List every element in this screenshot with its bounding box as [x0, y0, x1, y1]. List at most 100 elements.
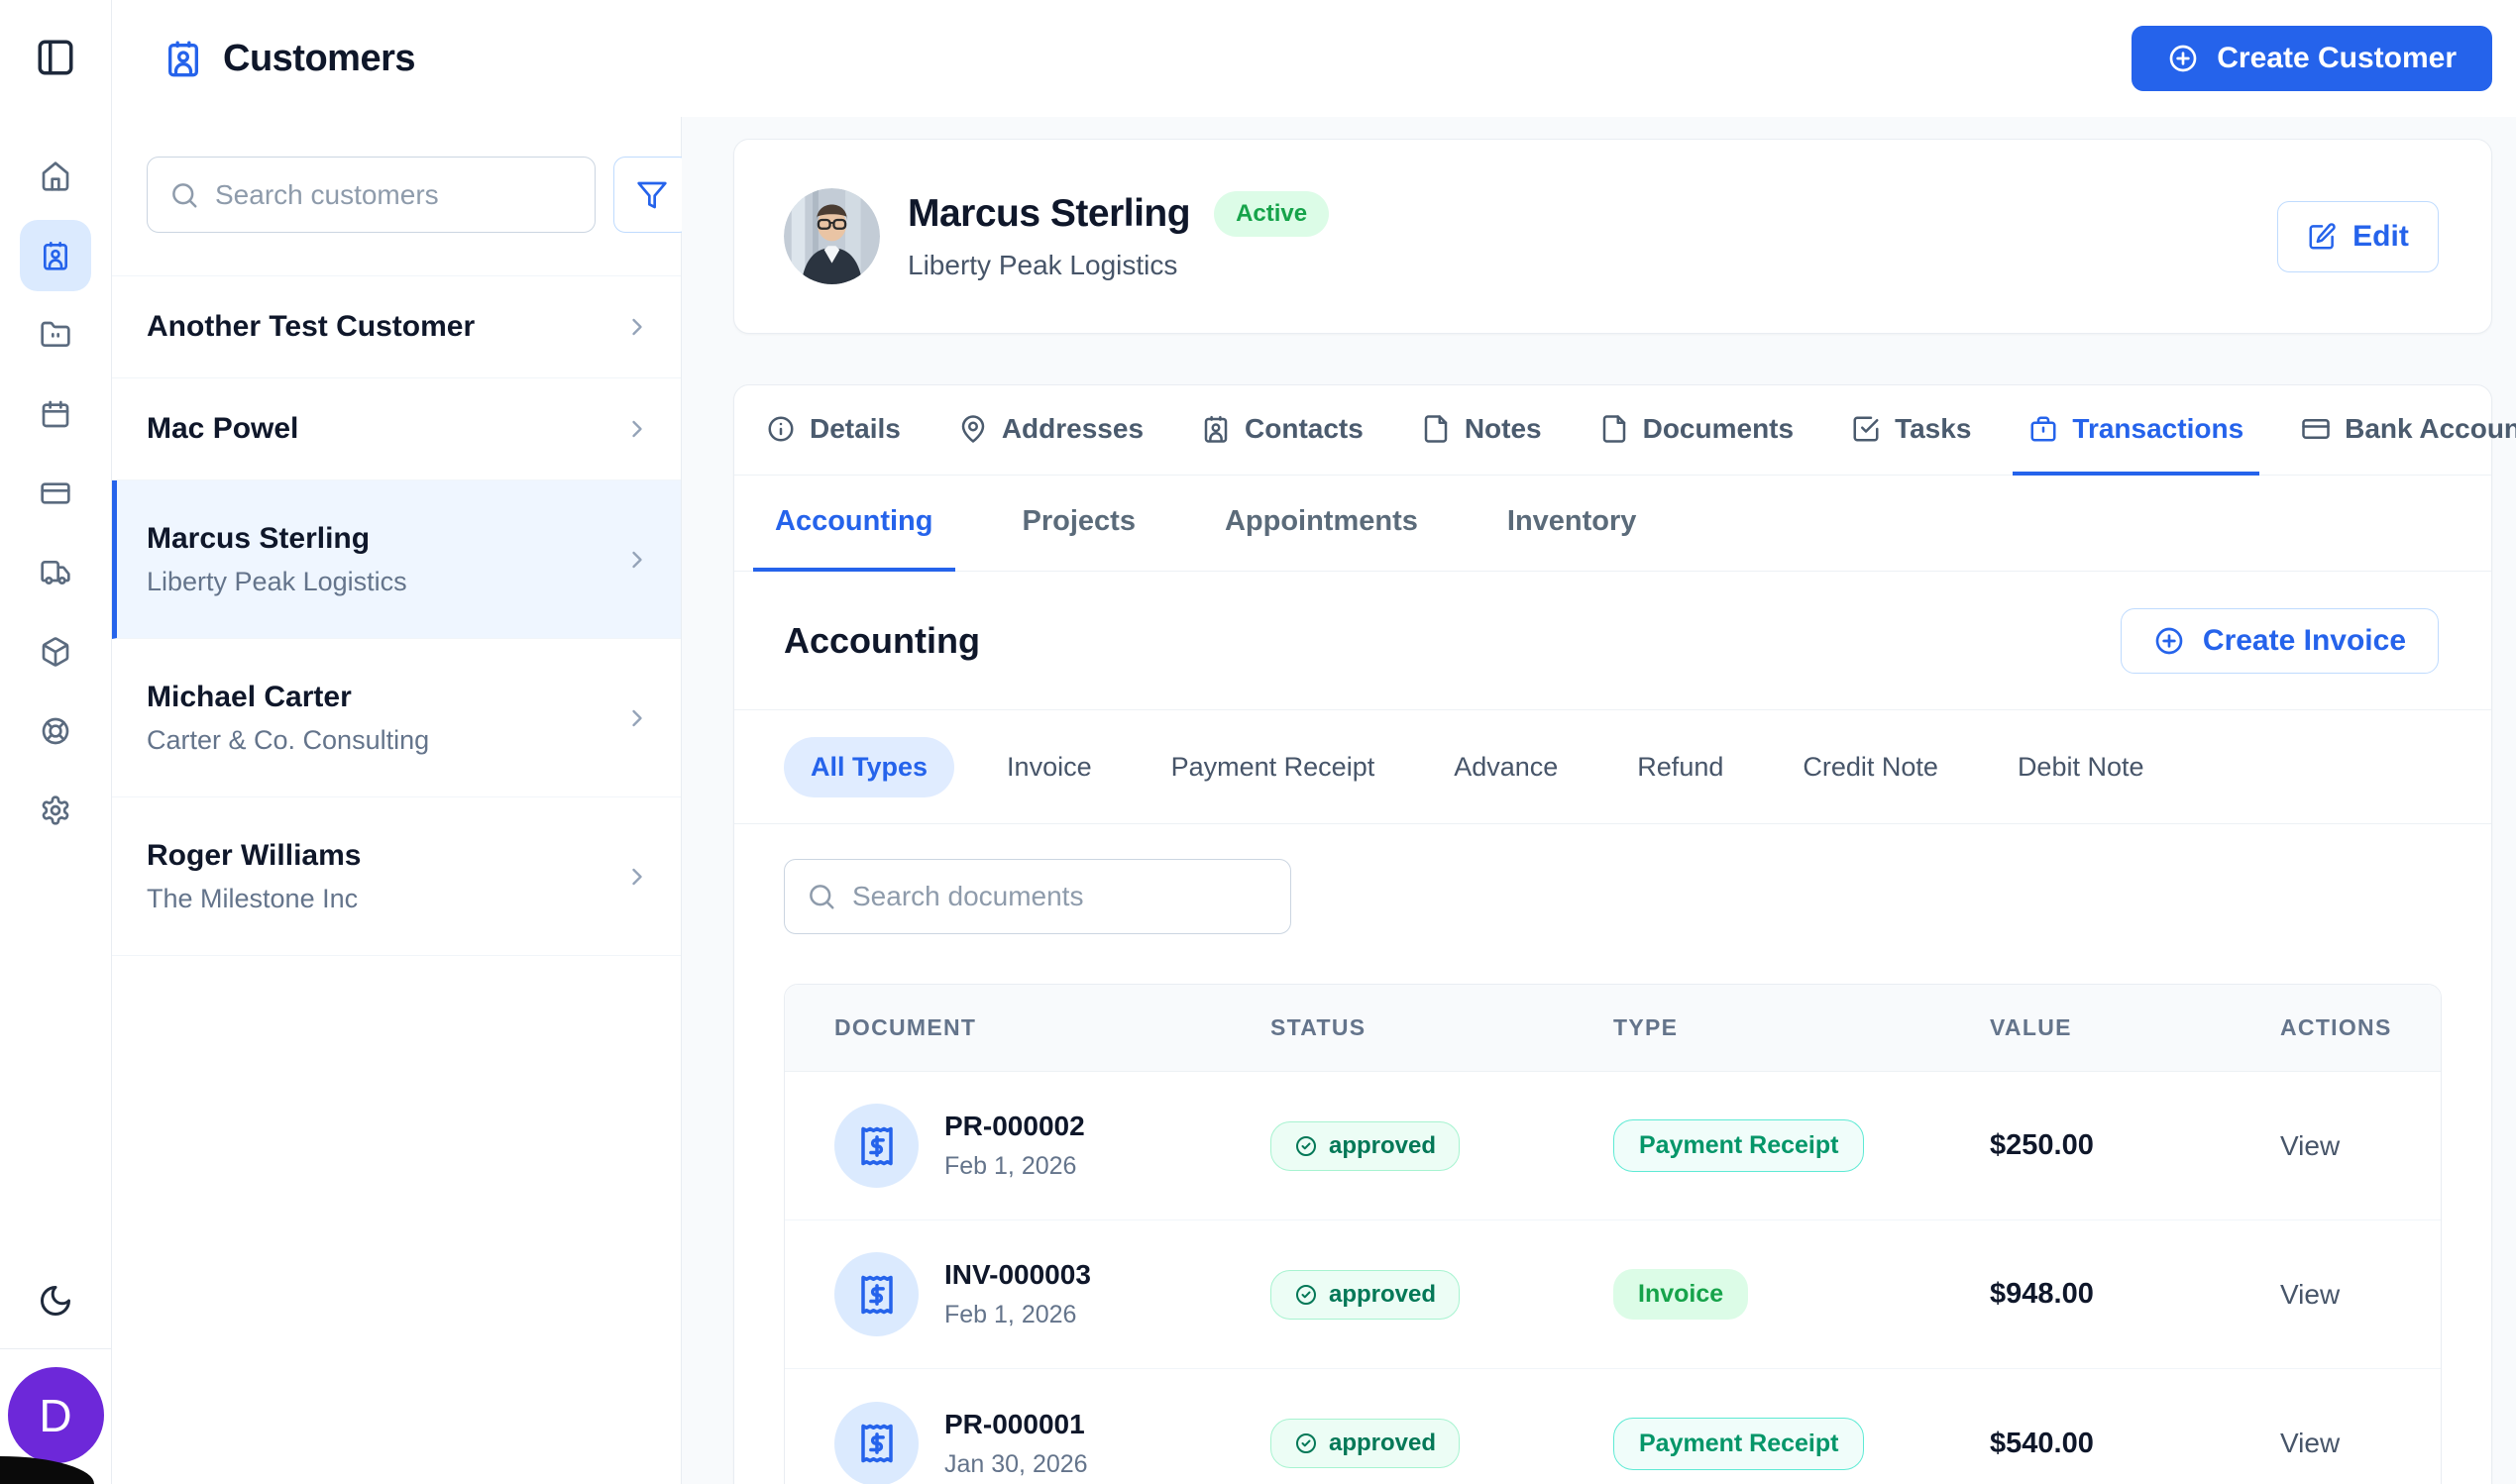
- customer-name: Mac Powel: [147, 412, 623, 446]
- view-link[interactable]: View: [2280, 1428, 2391, 1459]
- rail-item-customers[interactable]: [20, 220, 91, 291]
- rail-nav: [20, 141, 91, 846]
- subtab-inventory[interactable]: Inventory: [1485, 476, 1659, 572]
- document-search-input[interactable]: [852, 881, 1268, 912]
- filter-invoice[interactable]: Invoice: [980, 737, 1119, 797]
- contact-card-icon: [164, 39, 203, 78]
- status-label: approved: [1329, 1132, 1436, 1160]
- truck-icon: [40, 557, 71, 588]
- rail-item-home[interactable]: [20, 141, 91, 212]
- tab-contacts[interactable]: Contacts: [1185, 385, 1379, 476]
- customer-company: Carter & Co. Consulting: [147, 725, 623, 756]
- calendar-icon: [40, 398, 71, 430]
- value-cell: $948.00: [1990, 1278, 2280, 1311]
- edit-customer-button[interactable]: Edit: [2277, 201, 2439, 272]
- table-header-row: DOCUMENT STATUS TYPE VALUE ACTIONS: [785, 985, 2441, 1072]
- customer-item-mac-powel[interactable]: Mac Powel: [112, 378, 681, 480]
- customer-item-roger-williams[interactable]: Roger Williams The Milestone Inc: [112, 797, 681, 956]
- tab-transactions[interactable]: Transactions: [2013, 385, 2259, 476]
- chevron-right-icon: [623, 546, 651, 574]
- customer-name: Another Test Customer: [147, 310, 623, 344]
- rail-item-projects[interactable]: [20, 299, 91, 371]
- document-date: Feb 1, 2026: [944, 1301, 1091, 1329]
- filter-advance[interactable]: Advance: [1427, 737, 1585, 797]
- filter-refund[interactable]: Refund: [1610, 737, 1750, 797]
- rail-item-inventory[interactable]: [20, 616, 91, 688]
- chevron-right-icon: [623, 313, 651, 341]
- customer-item-marcus-sterling[interactable]: Marcus Sterling Liberty Peak Logistics: [112, 480, 681, 639]
- rail-item-support[interactable]: [20, 695, 91, 767]
- create-customer-button[interactable]: Create Customer: [2132, 26, 2492, 91]
- subtab-accounting[interactable]: Accounting: [753, 476, 955, 572]
- filter-payment-receipt[interactable]: Payment Receipt: [1145, 737, 1402, 797]
- rail-bottom: D: [0, 1271, 111, 1484]
- create-invoice-button[interactable]: Create Invoice: [2121, 608, 2439, 674]
- customer-photo: [784, 188, 880, 284]
- accounting-section-header: Accounting Create Invoice: [734, 572, 2491, 710]
- view-link[interactable]: View: [2280, 1130, 2391, 1162]
- sidebar-toggle-button[interactable]: [28, 30, 83, 85]
- app-window: D Customers Create Customer: [0, 0, 2516, 1484]
- gear-icon: [40, 795, 71, 826]
- document-cell: INV-000003 Feb 1, 2026: [834, 1252, 1270, 1336]
- customer-filter-button[interactable]: [613, 157, 691, 233]
- tab-addresses[interactable]: Addresses: [942, 385, 1159, 476]
- view-link[interactable]: View: [2280, 1279, 2391, 1311]
- filter-debit-note[interactable]: Debit Note: [1991, 737, 2171, 797]
- page-title-group: Customers: [164, 38, 415, 80]
- approved-badge: approved: [1270, 1121, 1460, 1171]
- chevron-right-icon: [623, 415, 651, 443]
- column-header-document: DOCUMENT: [834, 1014, 1270, 1041]
- icon-rail: D: [0, 0, 112, 1484]
- subtab-projects[interactable]: Projects: [1001, 476, 1157, 572]
- filter-all-types[interactable]: All Types: [784, 737, 954, 797]
- customer-name: Marcus Sterling: [147, 522, 623, 556]
- tab-label: Transactions: [2072, 413, 2243, 445]
- dark-mode-toggle[interactable]: [26, 1271, 85, 1330]
- tab-bank-accounts[interactable]: Bank Accounts: [2285, 385, 2516, 476]
- customer-company: The Milestone Inc: [147, 884, 623, 914]
- document-id: INV-000003: [944, 1259, 1091, 1291]
- rail-item-payments[interactable]: [20, 458, 91, 529]
- customer-item-michael-carter[interactable]: Michael Carter Carter & Co. Consulting: [112, 639, 681, 797]
- check-circle-icon: [1294, 1283, 1318, 1307]
- tab-details[interactable]: Details: [750, 385, 917, 476]
- type-badge: Invoice: [1613, 1269, 1748, 1320]
- rail-item-calendar[interactable]: [20, 378, 91, 450]
- profile-name-row: Marcus Sterling Active: [908, 191, 1329, 237]
- chevron-right-icon: [623, 704, 651, 732]
- check-circle-icon: [1294, 1134, 1318, 1158]
- table-row: PR-000001 Jan 30, 2026 approved: [785, 1369, 2441, 1484]
- tab-label: Documents: [1643, 413, 1794, 445]
- filter-credit-note[interactable]: Credit Note: [1776, 737, 1965, 797]
- receipt-dollar-icon: [834, 1252, 919, 1336]
- tab-notes[interactable]: Notes: [1405, 385, 1558, 476]
- customer-search-box: [147, 157, 596, 233]
- subtab-appointments[interactable]: Appointments: [1203, 476, 1440, 572]
- subtab-label: Projects: [1023, 505, 1136, 538]
- customer-search-input[interactable]: [215, 179, 573, 211]
- tab-documents[interactable]: Documents: [1584, 385, 1809, 476]
- info-icon: [766, 414, 796, 444]
- tab-label: Addresses: [1002, 413, 1144, 445]
- file-icon: [1421, 414, 1451, 444]
- rail-item-settings[interactable]: [20, 775, 91, 846]
- status-cell: approved: [1270, 1121, 1460, 1171]
- rail-item-shipping[interactable]: [20, 537, 91, 608]
- body-region: Another Test Customer Mac Powel Marcus S…: [112, 117, 2516, 1484]
- tab-label: Bank Accounts: [2345, 413, 2516, 445]
- document-id: PR-000001: [944, 1409, 1088, 1440]
- page-title: Customers: [223, 38, 415, 80]
- type-filter-row: All Types Invoice Payment Receipt Advanc…: [734, 710, 2491, 824]
- receipt-dollar-icon: [834, 1402, 919, 1484]
- tab-label: Details: [810, 413, 901, 445]
- table-row: INV-000003 Feb 1, 2026 approved: [785, 1220, 2441, 1369]
- customer-profile-card: Marcus Sterling Active Liberty Peak Logi…: [733, 139, 2492, 334]
- tab-tasks[interactable]: Tasks: [1835, 385, 1987, 476]
- chevron-right-icon: [623, 863, 651, 891]
- customer-item-another-test-customer[interactable]: Another Test Customer: [112, 276, 681, 378]
- user-avatar[interactable]: D: [8, 1367, 104, 1463]
- moon-icon: [38, 1283, 73, 1319]
- detail-tabs: Details Addresses Contacts Notes: [734, 385, 2491, 476]
- document-date: Feb 1, 2026: [944, 1152, 1085, 1181]
